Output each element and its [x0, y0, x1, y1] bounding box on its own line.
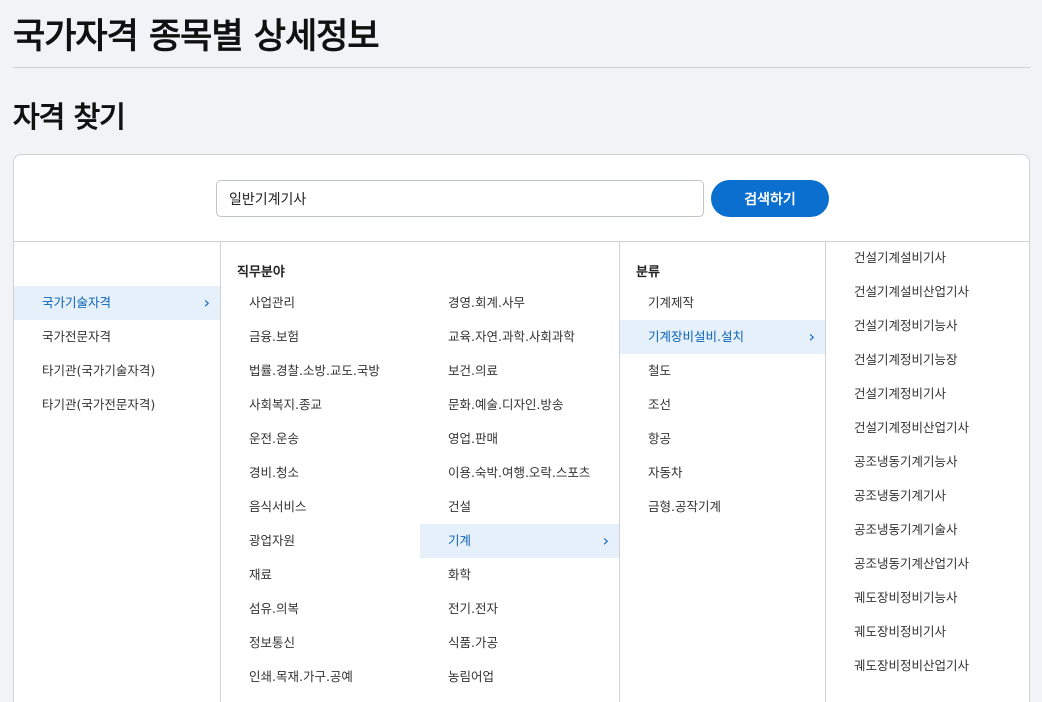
- certification-item[interactable]: 건설기계설비기사: [826, 241, 1029, 275]
- job-field-item[interactable]: 법률.경찰.소방.교도.국방: [221, 354, 420, 388]
- job-field-item-label: 기계: [448, 533, 472, 548]
- job-field-item[interactable]: 음식서비스: [221, 490, 420, 524]
- job-field-item[interactable]: 영업.판매: [420, 422, 619, 456]
- job-field-item[interactable]: 농림어업: [420, 660, 619, 694]
- job-field-item-label: 금융.보험: [249, 329, 299, 344]
- chevron-right-icon: ›: [203, 293, 210, 312]
- certification-item[interactable]: 건설기계정비기능장: [826, 343, 1029, 377]
- certification-item[interactable]: 공조냉동기계기능사: [826, 445, 1029, 479]
- job-field-item[interactable]: 사업관리: [221, 286, 420, 320]
- section-title: 자격 찾기: [13, 100, 126, 134]
- job-field-item[interactable]: 기계 ›: [420, 524, 619, 558]
- job-field-item-label: 섬유.의복: [249, 601, 299, 616]
- qualification-type-item-label: 타기관(국가기술자격): [42, 363, 156, 378]
- qualification-type-item[interactable]: 타기관(국가기술자격): [14, 354, 220, 388]
- job-field-item[interactable]: 보건.의료: [420, 354, 619, 388]
- search-input[interactable]: [216, 180, 704, 217]
- classification-item[interactable]: 금형.공작기계: [620, 490, 825, 524]
- classification-column: 분류 기계제작기계장비설비.설치 › 철도조선항공자동차금형.공작기계: [619, 242, 825, 702]
- classification-item[interactable]: 조선: [620, 388, 825, 422]
- classification-item-label: 조선: [648, 397, 672, 412]
- job-field-item[interactable]: 문화.예술.디자인.방송: [420, 388, 619, 422]
- job-field-item-label: 이용.숙박.여행.오락.스포츠: [448, 465, 591, 480]
- job-field-item-label: 교육.자연.과학.사회과학: [448, 329, 575, 344]
- job-field-item-label: 전기.전자: [448, 601, 498, 616]
- job-field-item[interactable]: 정보통신: [221, 626, 420, 660]
- job-field-item[interactable]: 운전.운송: [221, 422, 420, 456]
- job-field-item[interactable]: 경영.회계.사무: [420, 286, 619, 320]
- certification-item[interactable]: 공조냉동기계기술사: [826, 513, 1029, 547]
- job-field-heading: 직무분야: [237, 265, 285, 280]
- classification-item-label: 자동차: [648, 465, 683, 480]
- classification-item-label: 항공: [648, 431, 672, 446]
- classification-item-label: 기계장비설비.설치: [648, 329, 744, 344]
- certification-item[interactable]: 건설기계정비기능사: [826, 309, 1029, 343]
- classification-item-label: 철도: [648, 363, 672, 378]
- job-field-item-label: 사업관리: [249, 295, 296, 310]
- qualification-type-item[interactable]: 국가전문자격: [14, 320, 220, 354]
- job-field-item-label: 경영.회계.사무: [448, 295, 525, 310]
- certification-item[interactable]: 건설기계정비기사: [826, 377, 1029, 411]
- classification-item-label: 기계제작: [648, 295, 695, 310]
- certification-item[interactable]: 공조냉동기계기사: [826, 479, 1029, 513]
- job-field-item[interactable]: 금융.보험: [221, 320, 420, 354]
- classification-item[interactable]: 항공: [620, 422, 825, 456]
- job-field-item[interactable]: 인쇄.목재.가구.공예: [221, 660, 420, 694]
- job-field-item-label: 사회복지.종교: [249, 397, 322, 412]
- job-field-item-label: 문화.예술.디자인.방송: [448, 397, 564, 412]
- qualification-finder-panel: 검색하기 국가기술자격 › 국가전문자격타기관(국가기술자격) 타기관(국가전문자격)…: [13, 154, 1030, 702]
- job-field-item-label: 인쇄.목재.가구.공예: [249, 669, 353, 684]
- search-row: 검색하기: [14, 155, 1029, 242]
- certification-item[interactable]: 궤도장비정비산업기사: [826, 649, 1029, 683]
- classification-heading: 분류: [636, 265, 660, 280]
- job-field-item[interactable]: 식품.가공: [420, 626, 619, 660]
- job-field-item[interactable]: 이용.숙박.여행.오락.스포츠: [420, 456, 619, 490]
- job-field-item[interactable]: 경비.청소: [221, 456, 420, 490]
- job-field-item-label: 재료: [249, 567, 273, 582]
- certification-item[interactable]: 궤도장비정비기사: [826, 615, 1029, 649]
- job-field-item[interactable]: 교육.자연.과학.사회과학: [420, 320, 619, 354]
- job-field-item[interactable]: 재료: [221, 558, 420, 592]
- qualification-type-column: 국가기술자격 › 국가전문자격타기관(국가기술자격) 타기관(국가전문자격): [14, 242, 220, 702]
- classification-item[interactable]: 철도: [620, 354, 825, 388]
- job-field-item[interactable]: 건설: [420, 490, 619, 524]
- job-field-item-label: 정보통신: [249, 635, 296, 650]
- certification-item[interactable]: 공조냉동기계산업기사: [826, 547, 1029, 581]
- qualification-type-item[interactable]: 국가기술자격 ›: [14, 286, 220, 320]
- qualification-type-item-label: 국가기술자격: [42, 295, 112, 310]
- page-title: 국가자격 종목별 상세정보: [13, 17, 380, 57]
- job-field-item[interactable]: 전기.전자: [420, 592, 619, 626]
- search-button[interactable]: 검색하기: [711, 180, 829, 217]
- job-field-item[interactable]: 광업자원: [221, 524, 420, 558]
- classification-item[interactable]: 기계장비설비.설치 ›: [620, 320, 825, 354]
- job-field-item-label: 광업자원: [249, 533, 296, 548]
- job-field-item-label: 보건.의료: [448, 363, 498, 378]
- job-field-item[interactable]: 섬유.의복: [221, 592, 420, 626]
- qualification-type-item-label: 국가전문자격: [42, 329, 112, 344]
- job-field-item-label: 농림어업: [448, 669, 495, 684]
- job-field-item-label: 운전.운송: [249, 431, 299, 446]
- job-field-column: 직무분야 사업관리금융.보험법률.경찰.소방.교도.국방사회복지.종교운전.운송…: [220, 242, 620, 702]
- certification-item[interactable]: 건설기계설비산업기사: [826, 275, 1029, 309]
- job-field-item[interactable]: 화학: [420, 558, 619, 592]
- chevron-right-icon: ›: [602, 531, 609, 550]
- job-field-item[interactable]: 사회복지.종교: [221, 388, 420, 422]
- job-field-item-label: 건설: [448, 499, 472, 514]
- certification-item[interactable]: 건설기계정비산업기사: [826, 411, 1029, 445]
- job-field-item-label: 법률.경찰.소방.교도.국방: [249, 363, 380, 378]
- chevron-right-icon: ›: [808, 327, 815, 346]
- job-field-item-label: 음식서비스: [249, 499, 307, 514]
- classification-item-label: 금형.공작기계: [648, 499, 721, 514]
- title-divider: [13, 67, 1030, 68]
- classification-item[interactable]: 자동차: [620, 456, 825, 490]
- job-field-item-label: 경비.청소: [249, 465, 299, 480]
- certification-column: 건설기계설비기사 건설기계설비산업기사 건설기계정비기능사 건설기계정비기능장 건설기계…: [825, 241, 1029, 702]
- classification-item[interactable]: 기계제작: [620, 286, 825, 320]
- job-field-item-label: 화학: [448, 567, 472, 582]
- qualification-type-item[interactable]: 타기관(국가전문자격): [14, 388, 220, 422]
- certification-item[interactable]: 궤도장비정비기능사: [826, 581, 1029, 615]
- job-field-item-label: 영업.판매: [448, 431, 498, 446]
- job-field-item-label: 식품.가공: [448, 635, 498, 650]
- qualification-type-item-label: 타기관(국가전문자격): [42, 397, 156, 412]
